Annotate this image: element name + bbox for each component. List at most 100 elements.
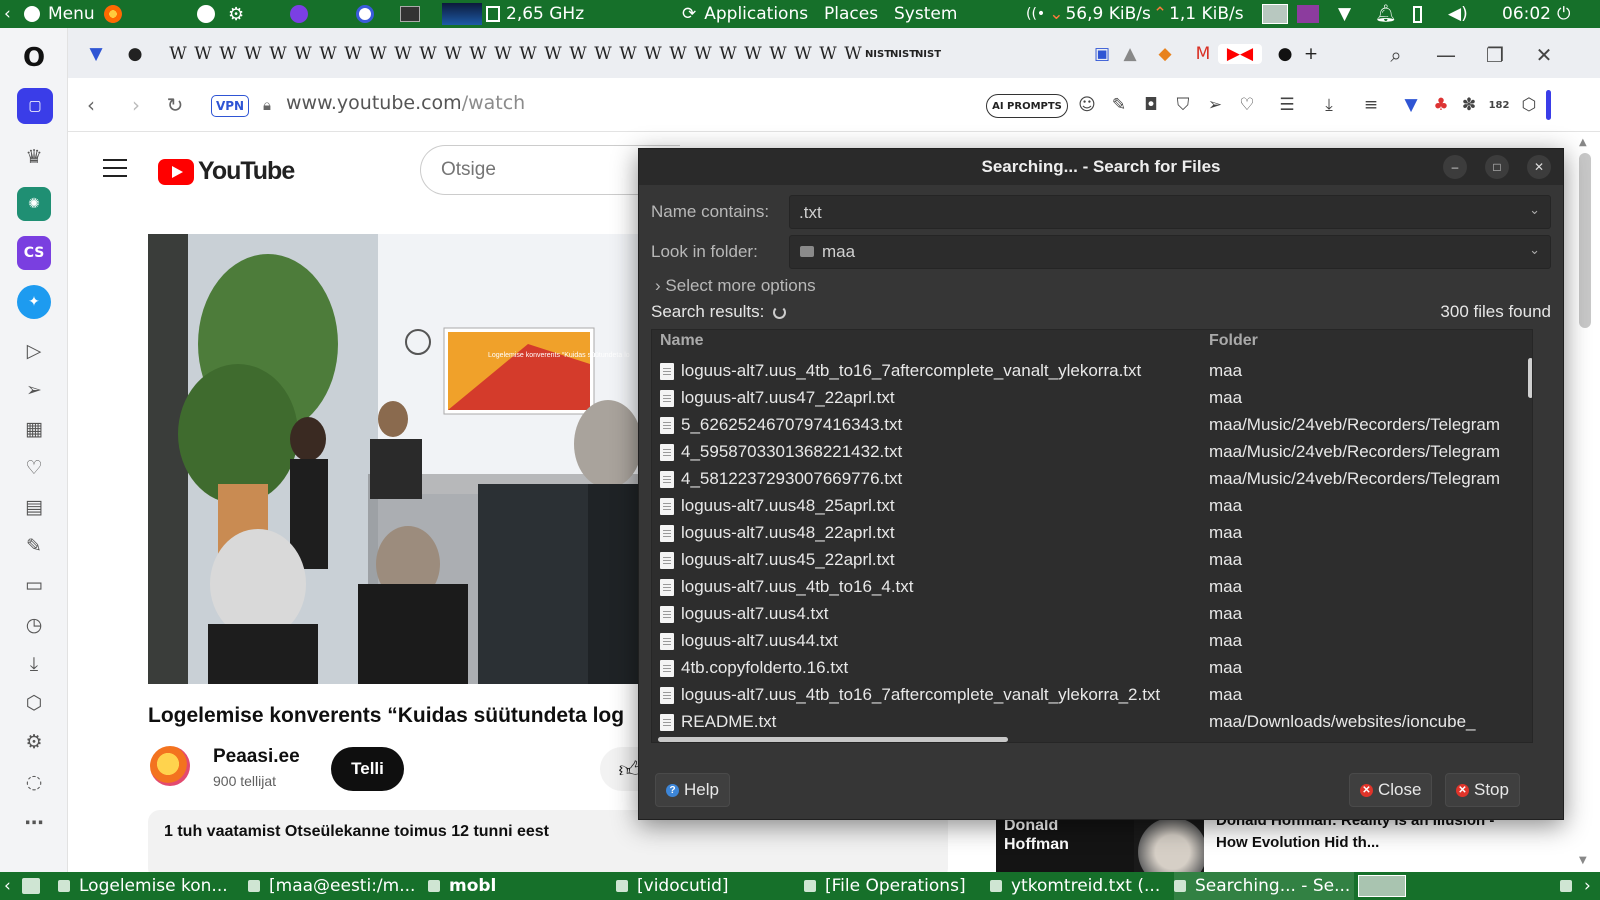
- launcher-opera[interactable]: [356, 0, 374, 28]
- cpu-frequency[interactable]: 2,65 GHz: [486, 0, 584, 28]
- menu-button[interactable]: Menu: [24, 0, 95, 28]
- tab-youtube-active[interactable]: ▶◀: [1218, 44, 1262, 64]
- tab-icon[interactable]: W: [518, 44, 538, 64]
- cs-icon[interactable]: CS: [17, 236, 51, 270]
- tab-unv-icon[interactable]: ●: [1275, 44, 1295, 64]
- tab-icon[interactable]: W: [818, 44, 838, 64]
- lock-icon[interactable]: 🔒︎: [254, 92, 280, 118]
- dialog-close-icon[interactable]: ✕: [1527, 155, 1551, 179]
- chevron-down-icon[interactable]: ⌄: [1529, 202, 1540, 218]
- power-button[interactable]: ⏻: [1557, 0, 1570, 28]
- tab-icon[interactable]: W: [643, 44, 663, 64]
- extension-puzzle-icon[interactable]: ✽: [1458, 94, 1480, 116]
- result-row[interactable]: loguus-alt7.uus48_25aprl.txt maa: [652, 493, 1532, 520]
- more-options-expander[interactable]: › Select more options: [655, 276, 816, 296]
- edit-page-icon[interactable]: ✎: [1108, 94, 1130, 116]
- tray-volume[interactable]: ◀): [1448, 0, 1468, 28]
- launcher-tor[interactable]: [290, 0, 308, 28]
- tab-icon[interactable]: W: [743, 44, 763, 64]
- downloads-icon[interactable]: ⤓: [17, 647, 51, 681]
- back-icon[interactable]: ‹: [78, 92, 104, 118]
- chevron-down-icon[interactable]: ⌄: [1529, 242, 1540, 258]
- forward-icon[interactable]: ›: [123, 92, 149, 118]
- tab-icon[interactable]: W: [243, 44, 263, 64]
- result-row[interactable]: 4tb.copyfolderto.16.txt maa: [652, 655, 1532, 682]
- column-header-name[interactable]: Name: [660, 332, 704, 350]
- stop-button[interactable]: ✕ Stop: [1445, 773, 1520, 807]
- apps-grid-icon[interactable]: ▦: [17, 412, 51, 446]
- download-icon[interactable]: ⤓: [1318, 94, 1340, 116]
- taskbar-task[interactable]: [vidocutid]: [616, 872, 796, 900]
- results-list[interactable]: Name Folder loguus-alt7.uus_4tb_to16_7af…: [651, 329, 1533, 743]
- result-row[interactable]: loguus-alt7.uus47_22aprl.txt maa: [652, 385, 1532, 412]
- dialog-maximize-icon[interactable]: □: [1485, 155, 1509, 179]
- tray-media[interactable]: [1297, 0, 1319, 28]
- tab-icon[interactable]: W: [318, 44, 338, 64]
- new-tab-button[interactable]: +: [1301, 44, 1321, 64]
- taskbar-left-arrow[interactable]: ‹: [4, 872, 11, 900]
- extension-tree-icon[interactable]: ♣: [1430, 94, 1452, 116]
- tab-icon[interactable]: W: [468, 44, 488, 64]
- send-icon[interactable]: ➢: [17, 373, 51, 407]
- tab-icon[interactable]: W: [368, 44, 388, 64]
- camera-icon[interactable]: ◘: [1140, 94, 1162, 116]
- channel-name[interactable]: Peaasi.ee: [213, 746, 300, 768]
- tab-search-icon[interactable]: ⌕: [1381, 40, 1411, 70]
- tab-icon[interactable]: W: [443, 44, 463, 64]
- tab-icon[interactable]: NIST: [890, 44, 916, 64]
- dialog-minimize-icon[interactable]: –: [1443, 155, 1467, 179]
- channel-avatar[interactable]: [150, 746, 190, 786]
- tab-icon[interactable]: W: [768, 44, 788, 64]
- tab-icon[interactable]: W: [493, 44, 513, 64]
- panel-left-arrow[interactable]: ‹: [4, 0, 11, 28]
- tab-icon[interactable]: W: [718, 44, 738, 64]
- settings-gear-icon[interactable]: ⚙: [17, 725, 51, 759]
- more-icon[interactable]: ⋯: [17, 806, 51, 840]
- reader-mode-icon[interactable]: ☰: [1276, 94, 1298, 116]
- send-page-icon[interactable]: ➢: [1204, 94, 1226, 116]
- tab-icon[interactable]: W: [543, 44, 563, 64]
- youtube-logo[interactable]: YouTube: [158, 157, 295, 186]
- result-row[interactable]: loguus-alt7.uus45_22aprl.txt maa: [652, 547, 1532, 574]
- tab-s-icon[interactable]: ▣: [1092, 44, 1112, 64]
- taskbar-task[interactable]: [File Operations]: [804, 872, 984, 900]
- scroll-down-icon[interactable]: ▼: [1579, 855, 1587, 866]
- tray-wifi[interactable]: ▼: [1338, 0, 1351, 28]
- result-row[interactable]: README.txt maa/Downloads/websites/ioncube…: [652, 709, 1532, 736]
- tab-icon[interactable]: W: [393, 44, 413, 64]
- result-row[interactable]: loguus-alt7.uus_4tb_to16_7aftercomplete_…: [652, 682, 1532, 709]
- tab-icon[interactable]: W: [668, 44, 688, 64]
- tab-triangle-icon[interactable]: ▲: [1120, 44, 1140, 64]
- cube-icon[interactable]: ⬡: [17, 686, 51, 720]
- tab-icon[interactable]: W: [618, 44, 638, 64]
- firefox-launcher[interactable]: [104, 0, 122, 28]
- taskbar-task[interactable]: Logelemise kon...: [58, 872, 238, 900]
- result-row[interactable]: loguus-alt7.uus44.txt maa: [652, 628, 1532, 655]
- history-icon[interactable]: ◷: [17, 608, 51, 642]
- tabs-icon[interactable]: ▭: [17, 568, 51, 602]
- emoji-icon[interactable]: ☺: [1076, 94, 1098, 116]
- extensions-cube-icon[interactable]: ⬡: [1518, 94, 1540, 116]
- restore-icon[interactable]: ❐: [1480, 40, 1510, 70]
- reader-icon[interactable]: ▢: [17, 88, 53, 124]
- edit-icon[interactable]: ✎: [17, 529, 51, 563]
- page-scroll-thumb[interactable]: [1579, 153, 1591, 328]
- tab-fox-icon[interactable]: ◆: [1155, 44, 1175, 64]
- result-row[interactable]: loguus-alt7.uus4.txt maa: [652, 601, 1532, 628]
- tab-icon[interactable]: W: [218, 44, 238, 64]
- tab-icon[interactable]: NIST: [915, 44, 941, 64]
- result-row[interactable]: 5_6262524670797416343.txt maa/Music/24veb…: [652, 412, 1532, 439]
- close-button[interactable]: ✕ Close: [1349, 773, 1433, 807]
- crown-icon[interactable]: ♛: [17, 140, 51, 174]
- tab-pinned-shield-icon[interactable]: ▼: [86, 44, 106, 64]
- result-row[interactable]: loguus-alt7.uus_4tb_to16_7aftercomplete_…: [652, 358, 1532, 385]
- result-row[interactable]: loguus-alt7.uus_4tb_to16_4.txt maa: [652, 574, 1532, 601]
- easy-setup-icon[interactable]: ≡: [1360, 94, 1382, 116]
- tab-gmail-icon[interactable]: M: [1193, 44, 1213, 64]
- tab-github-icon[interactable]: ●: [125, 44, 145, 64]
- subscribe-button[interactable]: Telli: [331, 747, 404, 791]
- reload-icon[interactable]: ↻: [162, 92, 188, 118]
- tab-icon[interactable]: W: [843, 44, 863, 64]
- network-speed[interactable]: ((• ⌄ 56,9 KiB/s ⌃ 1,1 KiB/s: [1026, 0, 1244, 28]
- tab-icon[interactable]: W: [793, 44, 813, 64]
